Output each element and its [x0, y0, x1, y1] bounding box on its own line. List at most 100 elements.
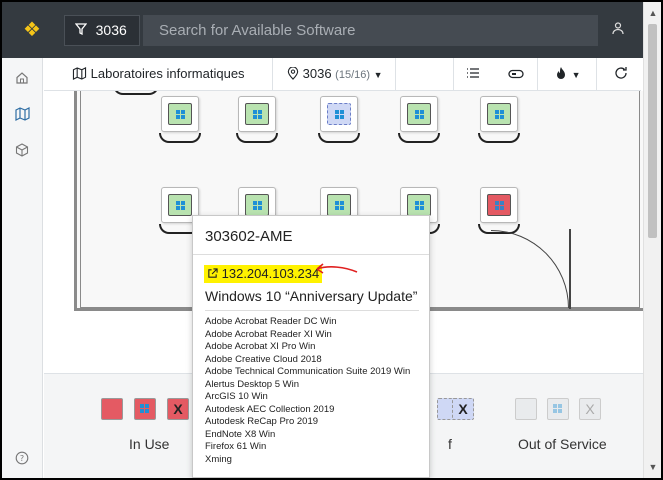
ip-link[interactable]: 132.204.103.234	[204, 265, 323, 283]
popover-title: 303602-AME	[205, 228, 293, 245]
windows-icon	[415, 201, 425, 211]
scrollbar[interactable]: ▲ ▼	[643, 2, 661, 478]
location-pin-icon	[287, 66, 299, 80]
monitor	[238, 96, 276, 132]
annotation-arrow	[316, 263, 358, 274]
top-header: ❖ 3036	[2, 2, 661, 58]
filter-value: 3036	[95, 22, 127, 38]
monitor	[400, 96, 438, 132]
room-count: (15/16)	[335, 69, 371, 81]
room-selector[interactable]: 3036 (15/16) ▼	[287, 58, 383, 90]
windows-icon	[415, 110, 425, 120]
search-input[interactable]	[143, 15, 598, 46]
legend-out-of-service: Out of Service	[518, 436, 607, 452]
map-icon[interactable]	[12, 106, 32, 126]
os-name: Windows 10 “Anniversary Update”	[205, 288, 418, 304]
software-item: Adobe Technical Communication Suite 2019…	[205, 366, 411, 377]
workstation[interactable]	[476, 96, 520, 143]
x-icon: X	[579, 398, 601, 420]
apple-icon	[101, 398, 123, 420]
windows-icon	[253, 201, 263, 211]
workstation[interactable]	[316, 96, 360, 143]
home-icon[interactable]	[12, 70, 32, 90]
chair	[236, 133, 278, 143]
windows-icon	[335, 201, 345, 211]
software-item: Autodesk ReCap Pro 2019	[205, 416, 319, 427]
list-icon[interactable]	[466, 58, 480, 90]
x-icon: X	[167, 398, 189, 420]
breadcrumb[interactable]: Laboratoires informatiques	[72, 58, 245, 90]
workstation[interactable]	[157, 96, 201, 143]
screen-status	[168, 194, 192, 216]
sidebar: ?	[2, 58, 43, 478]
x-icon: X	[452, 398, 474, 420]
workstation[interactable]	[234, 96, 278, 143]
screen-status	[327, 103, 351, 125]
chair	[478, 133, 520, 143]
legend-partial: f	[448, 436, 452, 452]
software-item: Adobe Acrobat Reader XI Win	[205, 328, 332, 340]
software-list: Adobe Acrobat Reader DC Win Adobe Acrobat…	[205, 316, 410, 466]
chair	[113, 91, 159, 95]
software-item: ArcGIS 10 Win	[205, 391, 268, 402]
windows-icon	[134, 398, 156, 420]
caret-down-icon: ▼	[373, 70, 383, 80]
monitor	[161, 96, 199, 132]
chair	[398, 133, 440, 143]
screen-status	[245, 103, 269, 125]
windows-icon	[253, 110, 263, 120]
app-frame: ❖ 3036 ? Laboratoires informatiques	[2, 2, 661, 478]
monitor	[480, 187, 518, 223]
windows-icon	[335, 110, 345, 120]
software-item: Xming	[205, 453, 232, 465]
software-item: Firefox 61 Win	[205, 441, 267, 452]
toggle-icon[interactable]	[508, 58, 524, 90]
legend-in-use: In Use	[129, 436, 170, 452]
diamond-logo-icon[interactable]: ❖	[20, 18, 44, 42]
workstation[interactable]	[396, 96, 440, 143]
apple-icon	[515, 398, 537, 420]
filter-icon	[74, 23, 91, 38]
software-item: Alertus Desktop 5 Win	[205, 378, 299, 390]
toolbar: Laboratoires informatiques 3036 (15/16) …	[44, 58, 641, 91]
chair	[159, 133, 201, 143]
workstation[interactable]	[476, 187, 520, 234]
software-item: EndNote X8 Win	[205, 428, 276, 440]
screen-status	[487, 194, 511, 216]
scroll-down-icon[interactable]: ▼	[646, 460, 660, 474]
windows-icon	[495, 110, 505, 120]
windows-icon	[176, 110, 186, 120]
screen-status	[327, 194, 351, 216]
user-icon[interactable]	[606, 18, 630, 42]
software-item: Autodesk AEC Collection 2019	[205, 403, 335, 415]
package-icon[interactable]	[12, 142, 32, 162]
software-item: Adobe Acrobat XI Pro Win	[205, 341, 316, 352]
windows-icon	[547, 398, 569, 420]
scroll-up-icon[interactable]: ▲	[646, 6, 660, 20]
map-icon	[72, 67, 87, 80]
monitor	[480, 96, 518, 132]
chair	[318, 133, 360, 143]
refresh-icon[interactable]	[614, 58, 628, 90]
caret-down-icon: ▼	[571, 70, 581, 80]
ip-address: 132.204.103.234	[221, 266, 320, 281]
software-item: Adobe Creative Cloud 2018	[205, 353, 322, 365]
fire-icon[interactable]: ▼	[554, 58, 581, 90]
screen-status	[168, 103, 192, 125]
windows-icon	[495, 201, 505, 211]
screen-status	[407, 103, 431, 125]
workstation-popover: 303602-AME 132.204.103.234 Windows 10 “A…	[192, 215, 430, 478]
breadcrumb-label: Laboratoires informatiques	[90, 66, 245, 81]
software-item: Adobe Acrobat Reader DC Win	[205, 316, 337, 327]
room-filter[interactable]: 3036	[64, 15, 140, 46]
door	[569, 229, 571, 309]
monitor	[320, 96, 358, 132]
scroll-thumb[interactable]	[648, 24, 657, 238]
room-number: 3036	[302, 66, 332, 81]
help-icon[interactable]: ?	[12, 450, 32, 470]
screen-status	[407, 194, 431, 216]
windows-icon	[176, 201, 186, 211]
external-link-icon	[208, 268, 218, 278]
screen-status	[487, 103, 511, 125]
screen-status	[245, 194, 269, 216]
